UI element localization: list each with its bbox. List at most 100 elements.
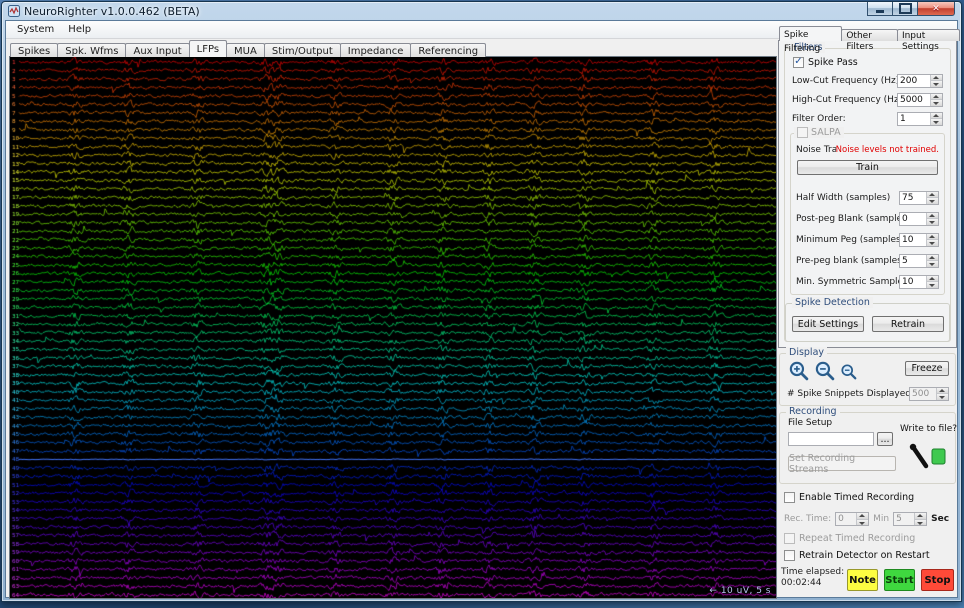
spinner	[926, 233, 938, 246]
tab-stim-output[interactable]: Stim/Output	[263, 43, 341, 57]
spin-down-icon[interactable]	[927, 219, 938, 225]
display-group-label: Display	[786, 347, 828, 358]
tab-spikes[interactable]: Spikes	[10, 43, 59, 57]
close-button[interactable]	[917, 2, 955, 16]
tab-input-settings[interactable]: Input Settings	[896, 29, 960, 52]
recording-group: Recording File Setup ... Write to file? …	[779, 406, 957, 484]
repeat-timed-recording-checkbox: Repeat Timed Recording	[784, 533, 915, 544]
rec-time-sec-input: 5	[893, 512, 928, 526]
spin-down-icon[interactable]	[931, 100, 942, 106]
noise-training-row: Noise Training Noise levels not trained.	[796, 142, 939, 157]
spike-detection-group: Spike Detection Edit Settings Retrain	[785, 297, 950, 342]
maximize-button[interactable]	[892, 2, 918, 16]
min-symmetric-input[interactable]: 10	[899, 274, 939, 289]
spin-down-icon[interactable]	[927, 282, 938, 288]
spin-down-icon[interactable]	[927, 240, 938, 246]
spinner	[926, 254, 938, 267]
freeze-button[interactable]: Freeze	[905, 361, 949, 376]
rec-time-sec-unit: Sec	[931, 514, 950, 524]
tab-lfps[interactable]: LFPs	[188, 40, 228, 57]
train-button[interactable]: Train	[797, 160, 938, 175]
high-cut-label: High-Cut Frequency (Hz):	[792, 94, 897, 105]
minimum-peg-input[interactable]: 10	[899, 232, 939, 247]
lfp-traces-canvas[interactable]	[10, 57, 776, 598]
salpa-group-label: SALPA	[794, 127, 844, 138]
tab-spk-wfms[interactable]: Spk. Wfms	[57, 43, 127, 57]
browse-button[interactable]: ...	[877, 432, 893, 446]
enable-timed-recording-checkbox[interactable]: Enable Timed Recording	[784, 492, 914, 503]
retrain-detector-checkbox[interactable]: Retrain Detector on Restart	[784, 550, 930, 561]
spinner	[930, 93, 942, 106]
checkbox-icon	[793, 57, 804, 68]
snippets-input: 500	[909, 386, 949, 401]
checkbox-icon	[784, 533, 795, 544]
noise-training-label: Noise Training	[796, 144, 836, 155]
pre-peg-row: Pre-peg blank (samples) 5	[796, 253, 939, 268]
rec-time-min-input: 0	[835, 512, 870, 526]
zoom-reset-icon[interactable]	[840, 363, 857, 383]
checkbox-icon	[797, 127, 808, 138]
spin-down-icon	[937, 394, 948, 400]
rec-time-min-unit: Min	[873, 514, 890, 524]
retrain-button[interactable]: Retrain	[872, 316, 944, 332]
noise-warning-text: Noise levels not trained.	[835, 144, 939, 155]
filters-group: Filters Spike Pass Low-Cut Frequency (Hz…	[784, 42, 951, 342]
spin-down-icon[interactable]	[927, 198, 938, 204]
spinner	[936, 387, 948, 400]
post-peg-label: Post-peg Blank (samples)	[796, 213, 899, 224]
spin-down-icon[interactable]	[927, 261, 938, 267]
titlebar[interactable]: NeuroRighter v1.0.0.462 (BETA)	[6, 2, 957, 19]
min-symmetric-row: Min. Symmetric Samples 10	[796, 274, 939, 289]
tab-mua[interactable]: MUA	[226, 43, 265, 57]
spin-down-icon	[857, 519, 869, 525]
snippets-row: # Spike Snippets Displayed 500	[787, 386, 949, 401]
tab-impedance[interactable]: Impedance	[339, 43, 412, 57]
low-cut-input[interactable]: 200	[897, 73, 943, 88]
min-symmetric-label: Min. Symmetric Samples	[796, 276, 899, 287]
stop-button[interactable]: Stop	[921, 569, 954, 591]
app-window: NeuroRighter v1.0.0.462 (BETA) System He…	[1, 1, 962, 602]
half-width-label: Half Width (samples)	[796, 192, 891, 203]
post-peg-input[interactable]: 0	[899, 211, 939, 226]
settings-panel: Spike Filtering Other Filters Input Sett…	[778, 26, 960, 597]
spinner	[926, 275, 938, 288]
half-width-row: Half Width (samples) 75	[796, 190, 939, 205]
low-cut-label: Low-Cut Frequency (Hz):	[792, 75, 897, 86]
edit-settings-button[interactable]: Edit Settings	[792, 316, 864, 332]
spike-pass-checkbox[interactable]: Spike Pass	[793, 57, 858, 68]
high-cut-row: High-Cut Frequency (Hz): 5000	[792, 92, 943, 107]
menu-help[interactable]: Help	[61, 22, 98, 37]
main-tabstrip: Spikes Spk. Wfms Aux Input LFPs MUA Stim…	[10, 40, 487, 57]
client-area: System Help Spikes Spk. Wfms Aux Input L…	[5, 20, 960, 599]
spin-down-icon[interactable]	[931, 119, 942, 125]
half-width-input[interactable]: 75	[899, 190, 939, 205]
time-elapsed-value: 00:02:44	[781, 578, 822, 588]
zoom-out-icon[interactable]	[814, 360, 835, 384]
salpa-checkbox[interactable]: SALPA	[797, 127, 841, 138]
tab-aux-input[interactable]: Aux Input	[125, 43, 190, 57]
filter-order-input[interactable]: 1	[897, 111, 943, 126]
tab-referencing[interactable]: Referencing	[410, 43, 487, 57]
tab-other-filters[interactable]: Other Filters	[841, 29, 898, 52]
minimum-peg-row: Minimum Peg (samples) 10	[796, 232, 939, 247]
set-recording-streams-button: Set Recording Streams	[788, 453, 896, 475]
minimize-button[interactable]	[867, 2, 893, 16]
pre-peg-input[interactable]: 5	[899, 253, 939, 268]
checkbox-icon	[784, 492, 795, 503]
low-cut-row: Low-Cut Frequency (Hz): 200	[792, 73, 943, 88]
zoom-in-icon[interactable]	[788, 360, 809, 384]
file-path-input[interactable]	[788, 432, 874, 446]
rec-time-row: Rec. Time: 0 Min 5 Sec	[784, 512, 959, 526]
time-elapsed-label: Time elapsed:	[781, 567, 845, 577]
menu-system[interactable]: System	[10, 22, 61, 37]
write-switch-toggle[interactable]	[904, 439, 948, 476]
filter-order-row: Filter Order: 1	[792, 111, 943, 126]
high-cut-input[interactable]: 5000	[897, 92, 943, 107]
note-button[interactable]: Note	[847, 569, 878, 591]
tab-spike-filtering[interactable]: Spike Filtering	[779, 26, 843, 54]
start-button[interactable]: Start	[884, 569, 915, 591]
minimum-peg-label: Minimum Peg (samples)	[796, 234, 899, 245]
spinner	[914, 513, 927, 525]
lfp-plot[interactable]: ← 10 uV, 5 s	[9, 56, 777, 599]
spin-down-icon[interactable]	[931, 81, 942, 87]
